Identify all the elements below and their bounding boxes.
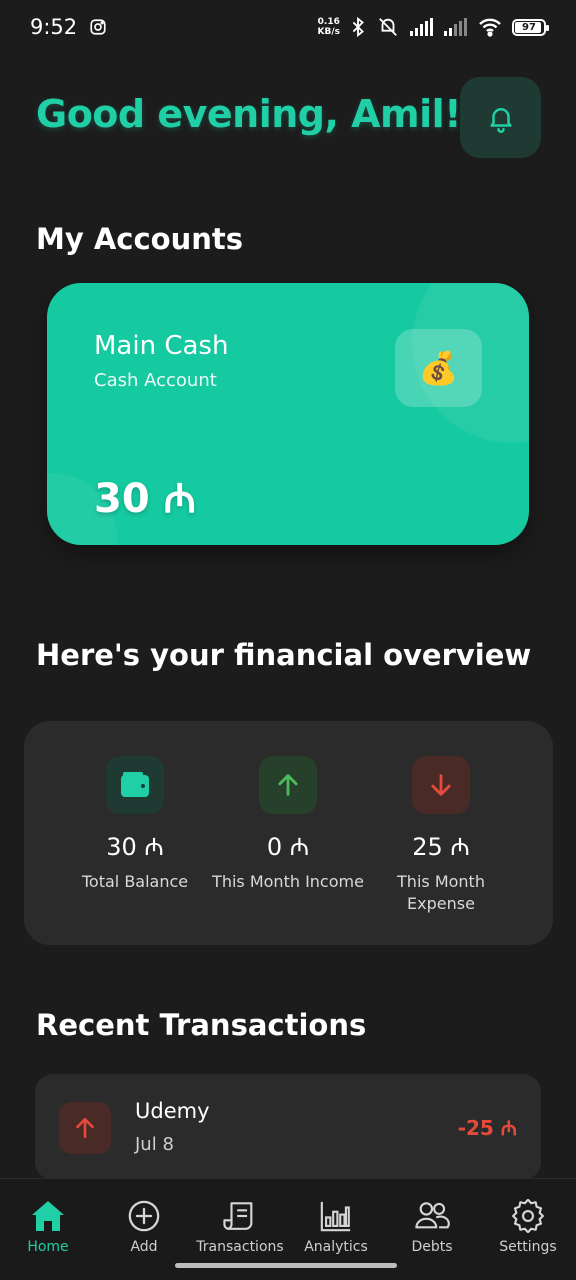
overview-value: 30 ₼ [106,833,164,861]
nav-home[interactable]: Home [0,1179,96,1280]
signal-icon-1 [410,18,433,36]
transaction-amount: -25 ₼ [457,1116,517,1140]
instagram-icon [90,19,106,35]
overview-panel: 30 ₼ Total Balance 0 ₼ This Month Income… [24,721,553,945]
overview-value: 25 ₼ [412,833,470,861]
status-time: 9:52 [30,15,78,39]
nav-label: Settings [499,1239,557,1255]
greeting-title: Good evening, Amil! [36,92,462,136]
wallet-icon [106,756,164,814]
nav-label: Add [130,1239,158,1255]
arrow-down-icon [412,756,470,814]
overview-month-income: 0 ₼ This Month Income [208,756,368,893]
home-icon [32,1201,64,1231]
net-speed: 0.16 KB/s [317,17,340,37]
account-name: Main Cash [94,331,229,361]
battery-indicator: 97 [512,18,549,36]
overview-month-expense: 25 ₼ This Month Expense [361,756,521,915]
wifi-icon [479,18,501,37]
bluetooth-icon [352,16,364,38]
notifications-button[interactable] [460,77,541,158]
account-card[interactable]: Main Cash Cash Account 30 ₼ 💰 [47,283,529,545]
signal-icon-2 [444,18,467,36]
bar-chart-icon [320,1201,351,1232]
nav-settings[interactable]: Settings [480,1179,576,1280]
gear-icon [512,1199,544,1233]
money-bag-icon: 💰 [395,329,482,407]
arrow-up-icon [259,756,317,814]
add-circle-icon [128,1200,160,1232]
nav-label: Analytics [304,1239,368,1255]
overview-label: This Month Expense [397,872,485,913]
nav-label: Transactions [196,1239,284,1255]
accounts-section-title: My Accounts [36,222,244,256]
receipt-icon [223,1202,253,1230]
overview-label: This Month Income [212,872,364,891]
transaction-item[interactable]: Udemy Jul 8 -25 ₼ [35,1074,541,1180]
transaction-title: Udemy [135,1099,210,1123]
bell-icon [489,107,512,133]
account-type: Cash Account [94,370,217,391]
overview-value: 0 ₼ [266,833,310,861]
status-bar: 9:52 0.16 KB/s 97 [0,0,576,54]
transaction-date: Jul 8 [135,1134,174,1155]
overview-section-title: Here's your financial overview [36,638,532,672]
account-balance: 30 ₼ [94,476,196,522]
home-indicator[interactable] [175,1263,397,1268]
people-icon [415,1202,450,1229]
transactions-section-title: Recent Transactions [36,1008,367,1042]
nav-debts[interactable]: Debts [384,1179,480,1280]
overview-label: Total Balance [81,872,189,891]
nav-label: Home [27,1239,69,1255]
overview-total-balance: 30 ₼ Total Balance [55,756,215,893]
arrow-up-icon [59,1102,111,1154]
nav-label: Debts [411,1239,453,1255]
mute-icon [379,18,397,36]
